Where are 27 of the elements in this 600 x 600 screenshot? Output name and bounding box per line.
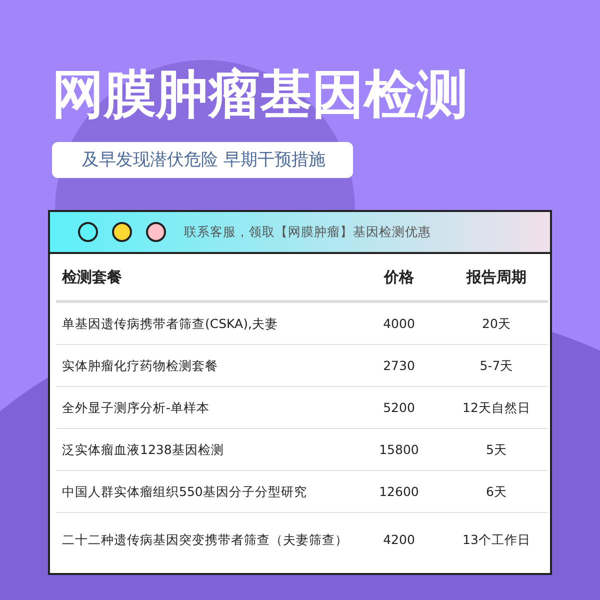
notice-text: 联系客服，领取【网膜肿瘤】基因检测优惠 [184, 224, 431, 240]
table-cell: 12天自然日 [445, 386, 548, 428]
table-cell: 20天 [445, 302, 548, 344]
table-cell: 单基因遗传病携带者筛查(CSKA),夫妻 [56, 302, 353, 344]
table-cell: 13个工作日 [445, 512, 548, 567]
table-cell: 5-7天 [445, 344, 548, 386]
table-cell: 中国人群实体瘤组织550基因分子分型研究 [56, 470, 353, 512]
table-cell: 二十二种遗传病基因突变携带者筛查（夫妻筛查） [56, 512, 353, 567]
table-cell: 全外显子测序分析-单样本 [56, 386, 353, 428]
table-cell: 5200 [353, 386, 445, 428]
table-cell: 4000 [353, 302, 445, 344]
window-dot-icon[interactable] [146, 222, 166, 242]
subtitle-banner: 及早发现潜伏危险 早期干预措施 [52, 142, 354, 178]
table-cell: 4200 [353, 512, 445, 567]
column-header: 检测套餐 [56, 254, 353, 302]
table-cell: 实体肿瘤化疗药物检测套餐 [56, 344, 353, 386]
column-header: 报告周期 [445, 254, 548, 302]
window-dot-icon[interactable] [112, 222, 132, 242]
page-title: 网膜肿瘤基因检测 [52, 65, 469, 126]
table-cell: 2730 [353, 344, 445, 386]
table-cell: 15800 [353, 428, 445, 470]
table-cell: 12600 [353, 470, 445, 512]
window-dot-icon[interactable] [78, 222, 98, 242]
table-cell: 6天 [445, 470, 548, 512]
table-cell: 5天 [445, 428, 548, 470]
table-cell: 泛实体瘤血液1238基因检测 [56, 428, 353, 470]
column-header: 价格 [353, 254, 445, 302]
